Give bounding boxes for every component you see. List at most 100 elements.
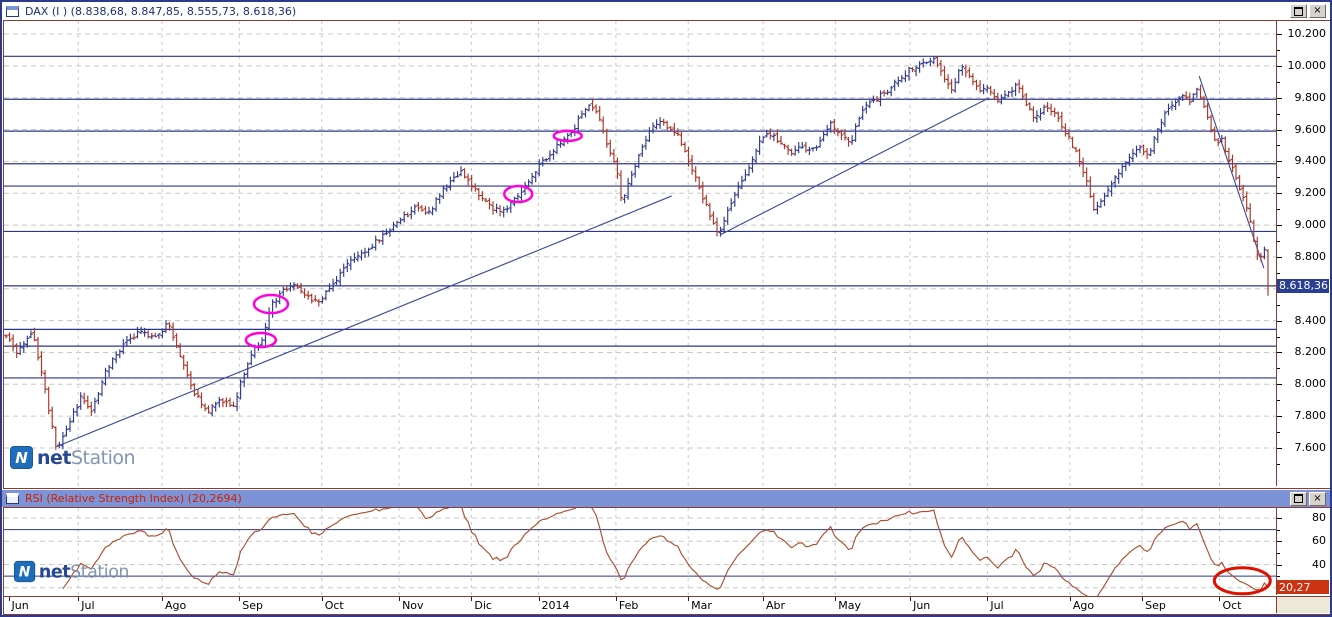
x-axis-label: Jul: [990, 599, 1004, 612]
y-axis-label: 8.200: [1294, 345, 1327, 359]
close-button[interactable]: ×: [1309, 491, 1326, 506]
axis-tick: [1277, 304, 1280, 306]
x-axis-label: Feb: [618, 599, 639, 612]
x-axis-tick: [615, 597, 617, 601]
x-axis-tick: [762, 597, 764, 601]
x-axis-label: Nov: [402, 599, 424, 612]
x-axis-tick: [471, 597, 473, 601]
axis-tick: [1277, 240, 1280, 242]
axis-tick: [1277, 81, 1280, 83]
dax-chart-pane: 10.200 10.000 9.800 9.600 9.400 9.200 9.000 8.8…: [3, 20, 1330, 489]
rsi-alert-ellipse: [1212, 566, 1272, 596]
rsi-line: [62, 508, 1269, 596]
y-axis-label: 9.000: [1294, 218, 1327, 232]
axis-tick: [1277, 65, 1282, 67]
rsi-chart[interactable]: [4, 508, 1276, 596]
x-axis-tick: [321, 597, 323, 601]
axis-tick: [1277, 564, 1282, 566]
date-axis: Jun Jul Ago Sep Oct Nov Dic 2014 Feb Mar Abr May Jun…: [4, 596, 1276, 614]
x-axis-label: Ago: [1072, 599, 1095, 612]
x-axis-label: Mar: [691, 599, 712, 612]
x-axis-label: Oct: [1222, 599, 1242, 612]
x-axis-tick: [987, 597, 989, 601]
y-axis-label: 8.000: [1294, 377, 1327, 391]
dax-pane-title: DAX (I ) (8.838,68, 8.847,85, 8.555,73, …: [25, 4, 297, 18]
axis-tick: [1277, 193, 1282, 195]
y-axis-label: 8.800: [1294, 249, 1327, 263]
x-axis-tick: [1069, 597, 1071, 601]
axis-tick: [1277, 576, 1280, 578]
x-axis-tick: [688, 597, 690, 601]
netstation-window: DAX (I ) (8.838,68, 8.847,85, 8.555,73, …: [0, 0, 1332, 617]
y-axis-label: 9.200: [1294, 186, 1327, 200]
y-axis-label: 60: [1312, 534, 1326, 548]
window-icon: [6, 493, 19, 504]
ohlc-bars-up: [18, 56, 1267, 450]
axis-tick: [1277, 463, 1280, 465]
x-axis-label: Dic: [474, 599, 492, 612]
window-icon: [6, 5, 19, 17]
maximize-icon: [1294, 494, 1303, 503]
rsi-value-tag: 20,27: [1277, 580, 1329, 595]
axis-tick: [1277, 320, 1282, 322]
rsi-value-axis: 80 60 40 20,27: [1276, 508, 1330, 595]
axis-tick: [1277, 447, 1282, 449]
x-axis-label: Sep: [242, 599, 264, 612]
dax-pane-titlebar[interactable]: DAX (I ) (8.838,68, 8.847,85, 8.555,73, …: [2, 2, 1330, 20]
rsi-indicator-pane: 80 60 40 20,27 Jun Jul Ago Sep Oct Nov Dic 2014 Feb…: [3, 507, 1330, 615]
axis-tick: [1277, 49, 1280, 51]
maximize-button[interactable]: [1290, 491, 1307, 506]
y-axis-label: 7.600: [1294, 440, 1327, 454]
axis-tick: [1277, 352, 1282, 354]
annotation-ellipse: [252, 293, 290, 315]
axis-corner-filler: [1276, 596, 1330, 613]
axis-tick: [1277, 256, 1282, 258]
axis-tick: [1277, 541, 1282, 543]
x-axis-label: Jul: [81, 599, 95, 612]
axis-tick: [1277, 336, 1280, 338]
close-button[interactable]: ×: [1309, 4, 1326, 18]
y-axis-label: 10.200: [1287, 27, 1327, 40]
axis-tick: [1277, 97, 1282, 99]
x-axis-label: Jun: [913, 599, 931, 612]
x-axis-tick: [8, 597, 10, 601]
y-axis-label: 80: [1312, 511, 1326, 524]
x-axis-tick: [1142, 597, 1144, 601]
x-axis-label: 2014: [541, 599, 570, 612]
axis-tick: [1277, 384, 1282, 386]
annotation-ellipse: [244, 331, 278, 349]
axis-tick: [1277, 272, 1280, 274]
x-axis-tick: [239, 597, 241, 601]
maximize-button[interactable]: [1290, 4, 1307, 18]
rsi-pane-titlebar[interactable]: RSI (Relative Strength Index) (20,2694) …: [2, 490, 1330, 507]
x-axis-label: Oct: [324, 599, 344, 612]
x-axis-label: Abr: [765, 599, 786, 612]
rsi-pane-title: RSI (Relative Strength Index) (20,2694): [25, 492, 242, 505]
axis-tick: [1277, 177, 1280, 179]
y-axis-label: 9.800: [1294, 90, 1327, 104]
axis-tick: [1277, 368, 1280, 370]
x-axis-tick: [1219, 597, 1221, 601]
axis-tick: [1277, 161, 1282, 163]
axis-tick: [1277, 518, 1282, 519]
axis-tick: [1277, 145, 1280, 147]
dax-price-axis: 10.200 10.000 9.800 9.600 9.400 9.200 9.000 8.8…: [1276, 21, 1330, 486]
x-axis-label: May: [838, 599, 862, 612]
x-axis-label: Sep: [1145, 599, 1166, 612]
axis-tick: [1277, 400, 1280, 402]
y-axis-label: 7.800: [1294, 409, 1327, 423]
y-axis-label: 9.400: [1294, 154, 1327, 168]
axis-tick: [1277, 432, 1280, 434]
x-axis-tick: [910, 597, 912, 601]
ohlc-bars-down: [4, 56, 1270, 450]
x-axis-tick: [78, 597, 80, 601]
y-axis-label: 9.600: [1294, 122, 1327, 136]
dax-price-chart[interactable]: [4, 21, 1276, 486]
x-axis-tick: [835, 597, 837, 601]
axis-tick: [1277, 552, 1280, 554]
axis-tick: [1277, 416, 1282, 418]
y-axis-label: 8.400: [1294, 313, 1327, 327]
axis-tick: [1277, 225, 1282, 227]
y-axis-label: 40: [1312, 557, 1326, 571]
axis-tick: [1277, 129, 1282, 131]
